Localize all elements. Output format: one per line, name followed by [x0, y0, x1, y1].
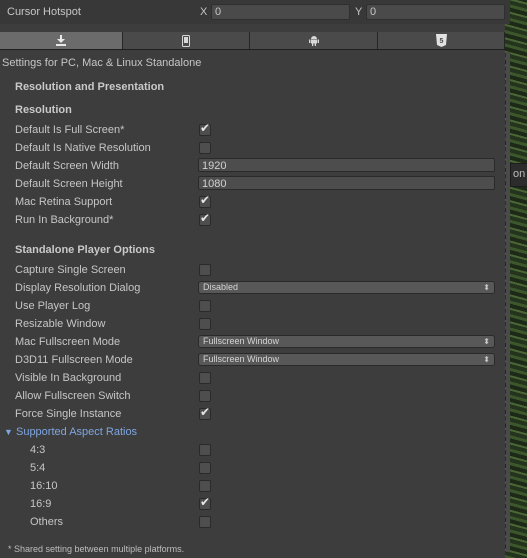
- android-icon: [308, 36, 319, 46]
- aspect-ratio-label: 4:3: [30, 444, 46, 456]
- resizable-window-checkbox[interactable]: [199, 318, 211, 330]
- dropdown-arrows-icon: ⬍: [483, 337, 490, 346]
- supported-aspect-ratios-foldout[interactable]: ▼ Supported Aspect Ratios: [4, 425, 137, 439]
- aspect-ratio-label: 16:10: [30, 480, 58, 492]
- tab-standalone[interactable]: [0, 32, 123, 49]
- mac-retina-checkbox[interactable]: ✔: [199, 193, 211, 208]
- html5-icon: 5: [435, 34, 447, 47]
- standalone-heading: Standalone Player Options: [15, 244, 155, 256]
- svg-text:5: 5: [439, 38, 443, 45]
- settings-title: Settings for PC, Mac & Linux Standalone: [2, 57, 202, 69]
- tab-webgl[interactable]: 5: [378, 32, 505, 49]
- aspect-ratio-checkbox-others[interactable]: [199, 516, 211, 528]
- aspect-ratio-checkbox-5-4[interactable]: [199, 462, 211, 474]
- aspect-ratio-checkbox-16-10[interactable]: [199, 480, 211, 492]
- scene-tab-fragment[interactable]: on: [510, 163, 527, 187]
- hotspot-y-field[interactable]: 0: [366, 4, 505, 20]
- dropdown-value: Fullscreen Window: [203, 336, 280, 346]
- default-full-screen-label: Default Is Full Screen*: [15, 124, 125, 136]
- visible-in-background-label: Visible In Background: [15, 372, 122, 384]
- screen-width-field[interactable]: 1920: [198, 158, 495, 172]
- checkmark-icon: ✔: [200, 193, 211, 207]
- cursor-hotspot-label: Cursor Hotspot: [7, 6, 81, 18]
- capture-single-screen-checkbox[interactable]: [199, 264, 211, 276]
- allow-fullscreen-switch-checkbox[interactable]: [199, 390, 211, 402]
- checkmark-icon: ✔: [200, 405, 211, 419]
- resolution-presentation-panel: Resolution and Presentation Resolution D…: [0, 72, 505, 558]
- default-full-screen-checkbox[interactable]: ✔: [199, 121, 211, 136]
- capture-single-screen-label: Capture Single Screen: [15, 264, 126, 276]
- run-in-background-checkbox[interactable]: ✔: [199, 211, 211, 226]
- dropdown-arrows-icon: ⬍: [483, 283, 490, 292]
- dropdown-value: Disabled: [203, 282, 239, 292]
- resolution-heading: Resolution: [15, 104, 72, 116]
- allow-fullscreen-switch-label: Allow Fullscreen Switch: [15, 390, 131, 402]
- mac-fullscreen-mode-label: Mac Fullscreen Mode: [15, 336, 121, 348]
- aspect-ratio-checkbox-4-3[interactable]: [199, 444, 211, 456]
- visible-in-background-checkbox[interactable]: [199, 372, 211, 384]
- hotspot-x-label: X: [200, 6, 208, 18]
- display-resolution-dialog-dropdown[interactable]: Disabled ⬍: [198, 281, 495, 294]
- aspect-ratio-label: 5:4: [30, 462, 46, 474]
- d3d11-fullscreen-mode-label: D3D11 Fullscreen Mode: [15, 354, 133, 366]
- use-player-log-label: Use Player Log: [15, 300, 91, 312]
- dropdown-value: Fullscreen Window: [203, 354, 280, 364]
- checkmark-icon: ✔: [200, 495, 211, 509]
- aspect-ratio-checkbox-16-9[interactable]: ✔: [199, 495, 211, 510]
- cursor-hotspot-row: Cursor Hotspot X 0 Y 0: [0, 0, 510, 24]
- screen-height-label: Default Screen Height: [15, 178, 123, 190]
- tab-android[interactable]: [250, 32, 378, 49]
- mac-fullscreen-mode-dropdown[interactable]: Fullscreen Window ⬍: [198, 335, 495, 348]
- display-resolution-dialog-label: Display Resolution Dialog: [15, 282, 141, 294]
- force-single-instance-checkbox[interactable]: ✔: [199, 405, 211, 420]
- run-in-background-label: Run In Background*: [15, 214, 114, 226]
- default-native-resolution-checkbox[interactable]: [199, 142, 211, 154]
- checkmark-icon: ✔: [200, 211, 211, 225]
- force-single-instance-label: Force Single Instance: [15, 408, 122, 420]
- phone-icon: [182, 34, 190, 47]
- aspect-ratio-label: 16:9: [30, 498, 52, 510]
- tab-ios[interactable]: [123, 32, 250, 49]
- download-icon: [56, 35, 66, 46]
- use-player-log-checkbox[interactable]: [199, 300, 211, 312]
- dropdown-arrows-icon: ⬍: [483, 355, 490, 364]
- platform-tabs: 5: [0, 32, 505, 50]
- resizable-window-label: Resizable Window: [15, 318, 106, 330]
- aspect-ratio-label: Others: [30, 516, 64, 528]
- screen-height-field[interactable]: 1080: [198, 176, 495, 190]
- mac-retina-label: Mac Retina Support: [15, 196, 113, 208]
- checkmark-icon: ✔: [200, 121, 211, 135]
- scrollbar[interactable]: [506, 52, 510, 552]
- foldout-arrow-icon: ▼: [4, 427, 13, 437]
- section-header[interactable]: Resolution and Presentation: [15, 80, 164, 94]
- d3d11-fullscreen-mode-dropdown[interactable]: Fullscreen Window ⬍: [198, 353, 495, 366]
- hotspot-x-field[interactable]: 0: [211, 4, 350, 20]
- screen-width-label: Default Screen Width: [15, 160, 119, 172]
- foldout-label: Supported Aspect Ratios: [15, 426, 138, 438]
- default-native-resolution-label: Default Is Native Resolution: [15, 142, 151, 154]
- shared-setting-footnote: * Shared setting between multiple platfo…: [8, 544, 185, 554]
- hotspot-y-label: Y: [355, 6, 363, 18]
